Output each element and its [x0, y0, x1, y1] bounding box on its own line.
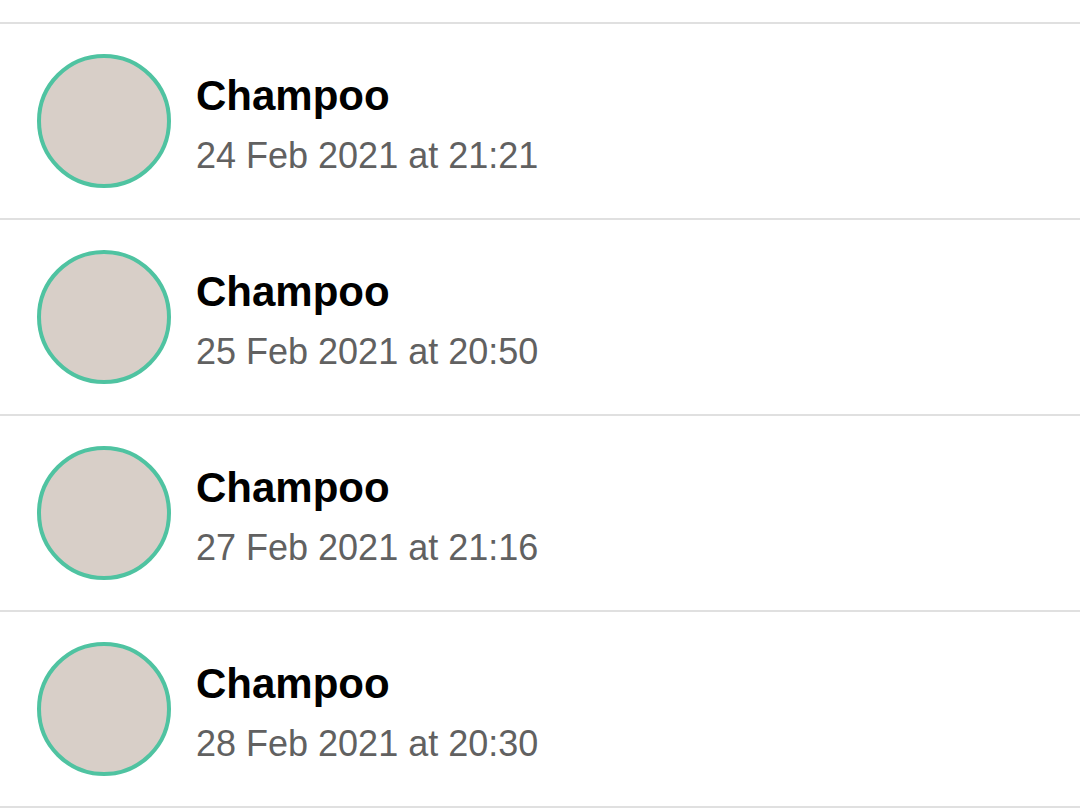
contact-name: Champoo: [196, 458, 538, 518]
avatar-photo[interactable]: [37, 642, 171, 776]
contact-name: Champoo: [196, 262, 538, 322]
entry-text: Champoo25 Feb 2021 at 20:50: [196, 262, 538, 382]
entry-time: 27 Feb 2021 at 21:16: [196, 518, 538, 578]
entry-row[interactable]: Champoo28 Feb 2021 at 20:30: [0, 612, 1080, 808]
contact-name: Champoo: [196, 66, 538, 126]
entry-row[interactable]: Champoo25 Feb 2021 at 20:50: [0, 220, 1080, 416]
list-top-edge: [0, 0, 1080, 24]
avatar-photo[interactable]: [37, 250, 171, 384]
entry-text: Champoo27 Feb 2021 at 21:16: [196, 458, 538, 578]
avatar-photo[interactable]: [37, 446, 171, 580]
entry-time: 28 Feb 2021 at 20:30: [196, 714, 538, 774]
avatar-photo[interactable]: [37, 54, 171, 188]
entry-time: 24 Feb 2021 at 21:21: [196, 126, 538, 186]
entry-time: 25 Feb 2021 at 20:50: [196, 322, 538, 382]
entry-list: Champoo24 Feb 2021 at 21:21Champoo25 Feb…: [0, 0, 1080, 808]
entry-row[interactable]: Champoo24 Feb 2021 at 21:21: [0, 24, 1080, 220]
rows: Champoo24 Feb 2021 at 21:21Champoo25 Feb…: [0, 24, 1080, 808]
contact-name: Champoo: [196, 654, 538, 714]
entry-text: Champoo28 Feb 2021 at 20:30: [196, 654, 538, 774]
entry-row[interactable]: Champoo27 Feb 2021 at 21:16: [0, 416, 1080, 612]
entry-text: Champoo24 Feb 2021 at 21:21: [196, 66, 538, 186]
